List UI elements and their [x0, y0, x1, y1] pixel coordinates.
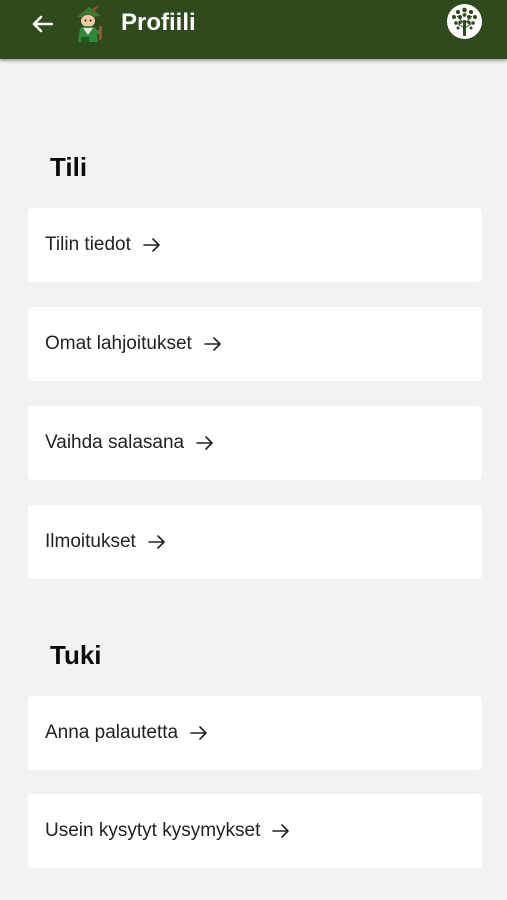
menu-item-label: Tilin tiedot	[45, 234, 131, 255]
arrow-right-icon	[190, 726, 207, 740]
arrow-right-icon	[143, 238, 160, 252]
app-bar: Profiili	[0, 0, 507, 59]
menu-item-label: Ilmoitukset	[45, 531, 136, 552]
tree-logo-icon	[447, 4, 482, 39]
back-button[interactable]	[27, 9, 57, 39]
menu-item-label: Usein kysytyt kysymykset	[45, 820, 261, 841]
menu-item-notifications[interactable]: Ilmoitukset	[28, 505, 482, 579]
section-heading-tili: Tili	[50, 152, 88, 182]
page-title: Profiili	[121, 9, 196, 36]
arrow-right-icon	[148, 535, 165, 549]
menu-item-label: Vaihda salasana	[45, 432, 185, 453]
arrow-right-icon	[196, 436, 213, 450]
menu-item-faq[interactable]: Usein kysytyt kysymykset	[28, 794, 482, 868]
menu-item-label: Omat lahjoitukset	[45, 333, 192, 354]
arrow-right-icon	[203, 337, 221, 351]
menu-item-give-feedback[interactable]: Anna palautetta	[28, 696, 482, 770]
menu-item-my-donations[interactable]: Omat lahjoitukset	[28, 307, 482, 381]
menu-item-change-password[interactable]: Vaihda salasana	[28, 406, 482, 480]
mascot-icon	[77, 5, 102, 42]
arrow-right-icon	[272, 824, 290, 838]
menu-item-account-details[interactable]: Tilin tiedot	[28, 208, 482, 282]
menu-item-label: Anna palautetta	[45, 722, 179, 743]
arrow-left-icon	[32, 15, 53, 33]
section-heading-tuki: Tuki	[50, 640, 102, 670]
